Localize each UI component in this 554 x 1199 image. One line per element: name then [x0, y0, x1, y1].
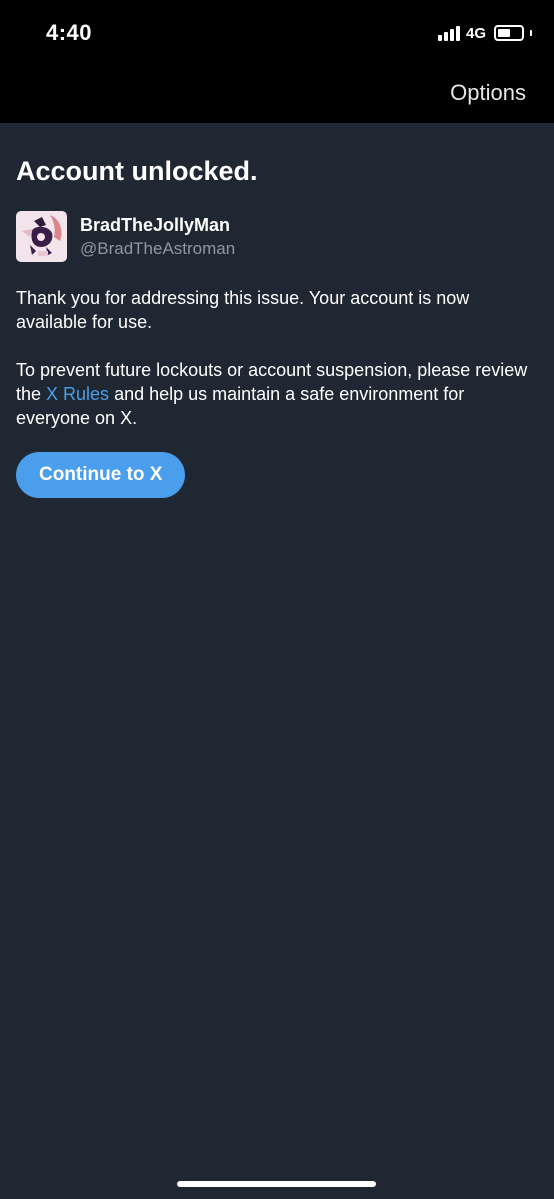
avatar — [16, 211, 67, 262]
signal-strength-icon — [437, 25, 460, 41]
main-content: Account unlocked. BradTheJollyMan @BradT… — [16, 156, 538, 498]
status-time: 4:40 — [46, 20, 93, 45]
continue-button[interactable]: Continue to X — [16, 452, 186, 498]
user-handle: @BradTheAstroman — [80, 238, 236, 258]
network-type: 4G — [465, 24, 486, 42]
home-indicator[interactable] — [177, 1181, 376, 1187]
avatar-image-icon — [16, 211, 67, 262]
account-text: BradTheJollyMan @BradTheAstroman — [80, 213, 235, 261]
unlock-message: Thank you for addressing this issue. You… — [16, 288, 470, 332]
x-rules-link[interactable]: X Rules — [46, 384, 109, 404]
display-name: BradTheJollyMan — [80, 214, 231, 235]
battery-icon — [494, 25, 524, 41]
status-indicators: 4G — [437, 22, 532, 44]
account-card: BradTheJollyMan @BradTheAstroman — [16, 211, 538, 262]
top-bar: 4:40 4G Options — [0, 0, 554, 123]
rules-message: To prevent future lockouts or account su… — [16, 358, 538, 430]
options-button[interactable]: Options — [450, 80, 526, 106]
page-title: Account unlocked. — [16, 156, 258, 186]
battery-cap-icon — [530, 30, 532, 36]
